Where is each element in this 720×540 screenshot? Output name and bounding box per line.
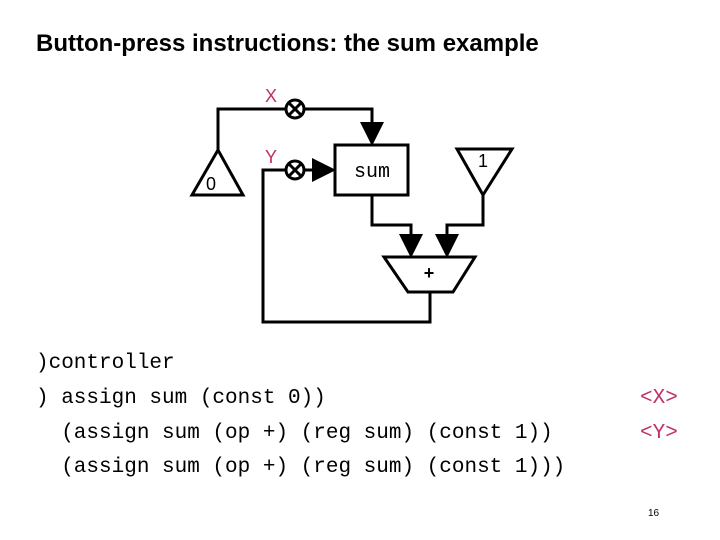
wire-const1-to-adder <box>435 195 485 258</box>
tag-y: <Y> <box>640 422 678 445</box>
page-number: 16 <box>648 508 660 519</box>
sum-register-label: sum <box>354 161 390 184</box>
code-line-3: (assign sum (op +) (reg sum) (const 1)) <box>36 422 553 445</box>
wire-x-to-sum <box>304 107 384 146</box>
code-line-4: (assign sum (op +) (reg sum) (const 1))) <box>36 456 566 479</box>
wire-const0-to-x <box>216 107 286 150</box>
code-line-2: ) assign sum (const 0)) <box>36 387 326 410</box>
const-zero-label: 0 <box>206 174 216 194</box>
const-one-label: 1 <box>478 151 488 171</box>
button-y-icon <box>284 159 306 181</box>
tag-x: <X> <box>640 387 678 410</box>
button-y-label: Y <box>265 147 277 167</box>
wire-sum-to-adder <box>370 195 423 258</box>
const-zero-triangle <box>189 146 246 197</box>
adder-label: + <box>424 263 435 283</box>
button-x-label: X <box>265 86 277 106</box>
code-line-1: )controller <box>36 352 175 375</box>
button-x-icon <box>284 98 306 120</box>
